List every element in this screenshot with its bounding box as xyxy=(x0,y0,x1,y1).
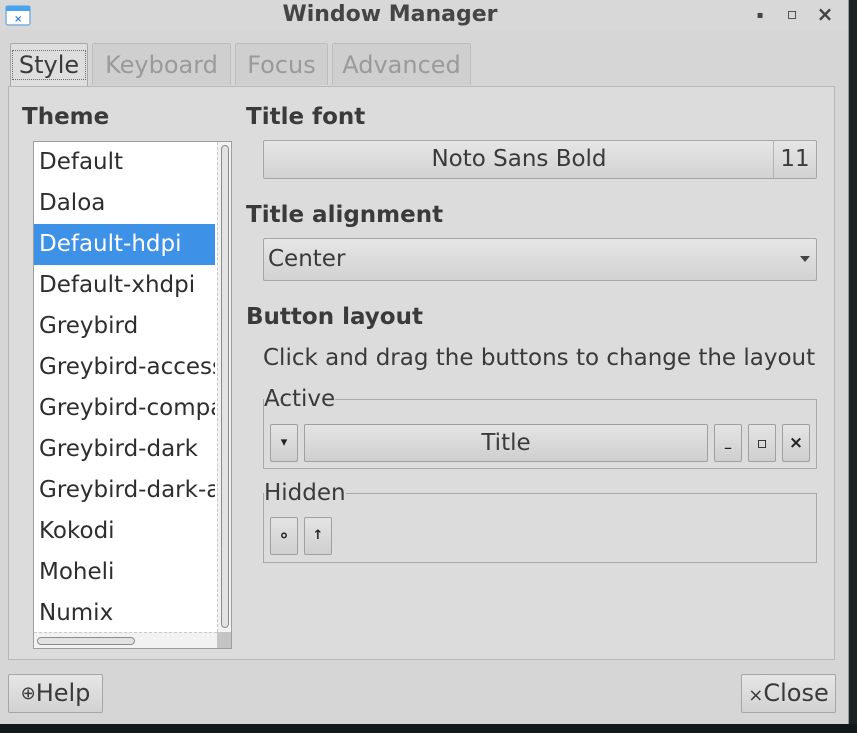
close-button[interactable]: ×Close xyxy=(741,674,836,713)
theme-list-item[interactable]: Kokodi xyxy=(34,511,215,552)
maximize-button-item[interactable]: ▫ xyxy=(748,424,776,462)
close-button-item[interactable]: × xyxy=(782,424,810,462)
menu-arrow-icon: ▾ xyxy=(280,435,288,450)
title-item-label: Title xyxy=(481,430,531,456)
scrollbar-corner xyxy=(217,632,231,648)
minimize-button-item[interactable]: _ xyxy=(714,424,742,462)
title-font-heading: Title font xyxy=(246,104,366,130)
menu-button-item[interactable]: ▾ xyxy=(270,424,298,462)
theme-list-horizontal-scrollbar[interactable] xyxy=(34,632,217,648)
tab-advanced-label: Advanced xyxy=(342,51,461,79)
chevron-down-icon xyxy=(800,256,810,262)
shade-up-arrow-icon: ↑ xyxy=(312,528,324,543)
desktop-background xyxy=(849,0,857,733)
theme-list-item[interactable]: Greybird-dark xyxy=(34,429,215,470)
title-alignment-select[interactable]: Center xyxy=(263,238,817,281)
tab-advanced[interactable]: Advanced xyxy=(332,43,471,85)
title-alignment-heading: Title alignment xyxy=(246,202,444,228)
close-icon: × xyxy=(788,433,804,453)
button-layout-heading: Button layout xyxy=(246,304,423,330)
window-title: Window Manager xyxy=(282,2,498,27)
close-icon: × xyxy=(816,2,834,26)
vertical-scroll-thumb[interactable] xyxy=(221,145,229,628)
tab-keyboard[interactable]: Keyboard xyxy=(92,43,231,85)
close-window-button[interactable]: × xyxy=(813,3,837,25)
title-bar[interactable]: × Window Manager ▪ ▫ × xyxy=(0,0,848,30)
title-alignment-value: Center xyxy=(268,246,346,272)
title-font-name: Noto Sans Bold xyxy=(431,146,607,172)
stick-button-item[interactable]: ∘ xyxy=(270,517,298,555)
window-manager-dialog: × Window Manager ▪ ▫ × Style Keyboard Fo… xyxy=(0,0,849,724)
help-icon: ⊕ xyxy=(20,683,36,704)
button-layout-hint: Click and drag the buttons to change the… xyxy=(263,345,816,371)
minimize-window-button[interactable]: ▪ xyxy=(748,3,772,25)
help-button-label: Help xyxy=(35,679,91,707)
theme-list-item[interactable]: Greybird-compact xyxy=(34,388,215,429)
title-font-size: 11 xyxy=(773,140,816,178)
theme-list[interactable]: Default Daloa Default-hdpi Default-xhdpi Gre… xyxy=(33,141,232,649)
theme-heading: Theme xyxy=(22,104,110,130)
tab-focus[interactable]: Focus xyxy=(235,43,328,85)
tab-style[interactable]: Style xyxy=(10,43,88,87)
active-group-label: Active xyxy=(264,386,336,412)
minimize-icon: _ xyxy=(724,435,732,450)
maximize-icon: ▫ xyxy=(786,4,798,23)
theme-list-item[interactable]: Greybird-dark-accessibility xyxy=(34,470,215,511)
shade-button-item[interactable]: ↑ xyxy=(304,517,332,555)
theme-list-item[interactable]: Default-xhdpi xyxy=(34,265,215,306)
theme-list-item[interactable]: Moheli xyxy=(34,552,215,593)
theme-list-item[interactable]: Daloa xyxy=(34,183,215,224)
tab-focus-label: Focus xyxy=(247,51,316,79)
theme-list-item[interactable]: Numix xyxy=(34,593,215,634)
stick-icon: ∘ xyxy=(278,525,290,546)
tab-style-label: Style xyxy=(11,50,87,80)
title-item[interactable]: Title xyxy=(304,424,708,462)
hidden-buttons-group: Hidden xyxy=(263,480,817,563)
maximize-icon: ▫ xyxy=(756,433,768,452)
horizontal-scroll-thumb[interactable] xyxy=(37,637,135,645)
theme-list-item[interactable]: Default xyxy=(34,142,215,183)
theme-list-item[interactable]: Greybird xyxy=(34,306,215,347)
help-button[interactable]: ⊕Help xyxy=(8,674,103,713)
theme-list-item[interactable]: Greybird-accessibility xyxy=(34,347,215,388)
theme-list-vertical-scrollbar[interactable] xyxy=(217,142,231,632)
close-button-label: Close xyxy=(763,679,829,707)
minimize-icon: ▪ xyxy=(756,10,764,21)
hidden-group-label: Hidden xyxy=(264,480,346,506)
desktop-background-bottom xyxy=(0,724,857,733)
tab-keyboard-label: Keyboard xyxy=(105,51,218,79)
theme-list-item[interactable]: Default-hdpi xyxy=(34,224,215,265)
title-font-button[interactable]: Noto Sans Bold xyxy=(263,140,817,179)
close-icon: × xyxy=(748,685,764,706)
maximize-window-button[interactable]: ▫ xyxy=(780,3,804,25)
